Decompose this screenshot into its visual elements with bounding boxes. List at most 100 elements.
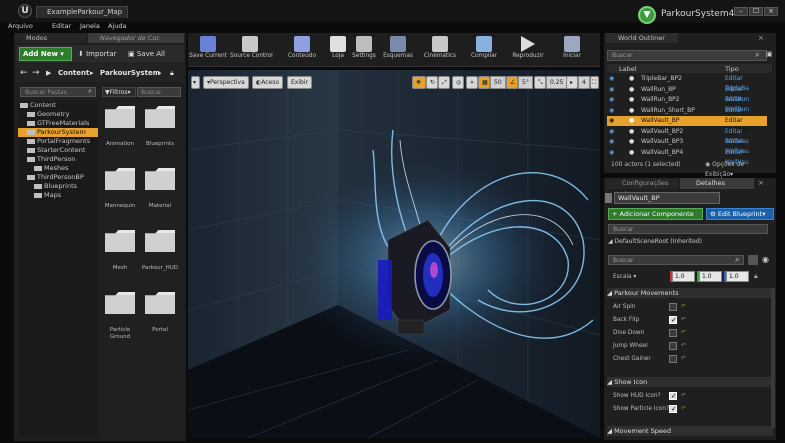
content-button[interactable]: Conteúdo bbox=[282, 34, 322, 66]
cinematics-button[interactable]: Cinematics bbox=[420, 34, 460, 66]
scale-snap-icon[interactable]: ⤡ bbox=[534, 76, 546, 89]
menu-editar[interactable]: Editar bbox=[52, 22, 71, 30]
grid-snap-icon[interactable]: ▦ bbox=[478, 76, 490, 89]
close-button[interactable]: × bbox=[764, 7, 778, 16]
asset-tile[interactable]: Parkour_HUD bbox=[142, 230, 178, 272]
source-control-button[interactable]: Source Control bbox=[230, 34, 273, 66]
folders-search-input[interactable]: Buscar Pastas bbox=[20, 87, 96, 97]
outliner-row[interactable]: ◉ ● WallVault_BP Editar WallVau bbox=[607, 116, 767, 134]
scale-x-input[interactable]: 1.0 bbox=[672, 271, 695, 282]
outliner-row[interactable]: ◉ ● WallRun_BP Editar WallRun bbox=[607, 85, 767, 103]
reset-to-default-icon[interactable]: ↶ bbox=[681, 390, 686, 402]
section-parkour-movements[interactable]: ◢ Parkour Movements bbox=[607, 288, 773, 298]
minimize-button[interactable]: – bbox=[734, 7, 748, 16]
tab-details[interactable]: Detalhes bbox=[680, 178, 754, 189]
play-button[interactable]: Reproduzir bbox=[508, 34, 548, 66]
maximize-button[interactable]: ☐ bbox=[749, 7, 763, 16]
tree-item[interactable]: ThirdPerson bbox=[18, 155, 98, 164]
property-checkbox[interactable] bbox=[669, 316, 677, 324]
components-search-input[interactable]: Buscar bbox=[608, 224, 768, 234]
tab-content-browser[interactable]: Navegador de Cor. bbox=[88, 33, 184, 43]
edit-blueprint-button[interactable]: ⚙ Edit Blueprint▾ bbox=[706, 208, 774, 220]
details-scrollbar[interactable] bbox=[771, 288, 775, 428]
outliner-row[interactable]: ◉ ● TripleBar_BP2 Editar TripleBa bbox=[607, 74, 767, 92]
view-options-button[interactable]: ◉ Opções de Exibição▾ bbox=[705, 160, 772, 180]
visibility-eye-icon[interactable]: ◉ bbox=[609, 85, 614, 95]
lock-icon[interactable]: 🔒︎ bbox=[754, 272, 758, 281]
outliner-row[interactable]: ◉ ● WallVault_BP3 Editar WallVau bbox=[607, 137, 767, 155]
property-checkbox[interactable] bbox=[669, 303, 677, 311]
property-checkbox[interactable] bbox=[669, 355, 677, 363]
document-tab[interactable]: ExampleParkour_Map bbox=[36, 6, 128, 18]
show-button[interactable]: Exibir bbox=[287, 76, 312, 89]
reset-to-default-icon[interactable]: ↶ bbox=[681, 353, 686, 365]
filters-button[interactable]: ▼Filtros▾ bbox=[102, 87, 136, 97]
tree-item[interactable]: ParkourSystem bbox=[18, 128, 98, 137]
maximize-viewport-icon[interactable]: ⛶ bbox=[590, 76, 599, 89]
launch-button[interactable]: Iniciar bbox=[552, 34, 592, 66]
rotate-icon[interactable]: ↻ bbox=[426, 76, 438, 89]
close-tab-icon[interactable]: × bbox=[758, 179, 764, 187]
scale-icon[interactable]: ⤢ bbox=[438, 76, 450, 89]
angle-snap-value[interactable]: 5° bbox=[518, 76, 533, 89]
visibility-eye-icon[interactable]: ◉ bbox=[609, 95, 614, 105]
visibility-eye-icon[interactable]: ◉ bbox=[609, 74, 614, 84]
property-checkbox[interactable] bbox=[669, 329, 677, 337]
outliner-row[interactable]: ◉ ● WallVault_BP4 Editar WallVau bbox=[607, 148, 767, 166]
property-checkbox[interactable] bbox=[669, 342, 677, 350]
outliner-add-icon[interactable]: ▣ bbox=[766, 50, 773, 58]
angle-snap-icon[interactable]: ∠ bbox=[506, 76, 518, 89]
visibility-eye-icon[interactable]: ◉ bbox=[762, 255, 769, 264]
tab-modes[interactable]: Modos bbox=[14, 33, 86, 43]
back-arrow-icon[interactable]: ← bbox=[20, 68, 28, 78]
reset-to-default-icon[interactable]: ↶ bbox=[681, 403, 686, 415]
build-button[interactable]: Compilar bbox=[464, 34, 504, 66]
viewport-scene[interactable] bbox=[188, 70, 600, 438]
scale-z-input[interactable]: 1.0 bbox=[726, 271, 749, 282]
menu-janela[interactable]: Janela bbox=[80, 22, 100, 30]
save-button[interactable]: Save Current bbox=[188, 34, 228, 66]
property-checkbox[interactable] bbox=[669, 405, 677, 413]
outliner-row[interactable]: ◉●WallRun_Short_BPEditar WallRun bbox=[607, 106, 767, 124]
scale-snap-value[interactable]: 0.25 bbox=[546, 76, 568, 89]
tree-item[interactable]: Content bbox=[18, 101, 98, 110]
section-show-icon[interactable]: ◢ Show Icon bbox=[607, 377, 773, 387]
grid-snap-value[interactable]: 50 bbox=[490, 76, 506, 89]
asset-tile[interactable]: Blueprints bbox=[142, 106, 178, 148]
outliner-row[interactable]: ◉ ● WallVault_BP2 Editar WallVau bbox=[607, 127, 767, 145]
perspective-button[interactable]: ▾Perspectiva bbox=[203, 76, 249, 89]
visibility-eye-icon[interactable]: ◉ bbox=[609, 148, 614, 158]
visibility-eye-icon[interactable]: ◉ bbox=[609, 116, 614, 126]
asset-tile[interactable]: Portal bbox=[142, 292, 178, 334]
asset-tile[interactable]: Mesh bbox=[102, 230, 138, 272]
tree-item[interactable]: Maps bbox=[18, 191, 98, 200]
add-component-button[interactable]: + Adicionar Componente bbox=[608, 208, 703, 220]
lit-button[interactable]: ◐Aceso bbox=[252, 76, 284, 89]
save-all-button[interactable]: ▣ Save All bbox=[128, 47, 165, 61]
asset-tile[interactable]: Material bbox=[142, 168, 178, 210]
close-tab-icon[interactable]: × bbox=[758, 34, 764, 42]
breadcrumb-parkoursystem[interactable]: ParkourSystem bbox=[100, 69, 160, 77]
visibility-eye-icon[interactable]: ◉ bbox=[609, 106, 614, 116]
breadcrumb-content[interactable]: Content bbox=[58, 69, 89, 77]
reset-to-default-icon[interactable]: ↶ bbox=[681, 340, 686, 352]
asset-tile[interactable]: Particle Ground bbox=[102, 292, 138, 341]
tab-world-settings[interactable]: Configurações do bbox=[606, 178, 678, 198]
reset-to-default-icon[interactable]: ↶ bbox=[681, 314, 686, 326]
tree-item[interactable]: GTFreeMaterials bbox=[18, 119, 98, 128]
scene-root-item[interactable]: ◢ DefaultSceneRoot (Inherited) bbox=[608, 237, 768, 247]
asset-tile[interactable]: Animation bbox=[102, 106, 138, 148]
import-button[interactable]: ⬇ Importar bbox=[78, 47, 117, 61]
camera-speed-value[interactable]: 4 bbox=[578, 76, 590, 89]
forward-arrow-icon[interactable]: → bbox=[32, 68, 40, 78]
blueprints-button[interactable]: Esquemas bbox=[378, 34, 418, 66]
tree-item[interactable]: PortalFragments bbox=[18, 137, 98, 146]
tree-item[interactable]: Geometry bbox=[18, 110, 98, 119]
add-new-button[interactable]: Add New ▾ bbox=[19, 47, 72, 61]
viewport-options-button[interactable]: ▾ bbox=[191, 76, 200, 89]
property-checkbox[interactable] bbox=[669, 392, 677, 400]
world-space-icon[interactable]: ◎ bbox=[452, 76, 464, 89]
tree-item[interactable]: ThirdPersonBP bbox=[18, 173, 98, 182]
column-label[interactable]: Label bbox=[619, 65, 637, 73]
assets-search-input[interactable]: Buscar bbox=[137, 87, 181, 97]
